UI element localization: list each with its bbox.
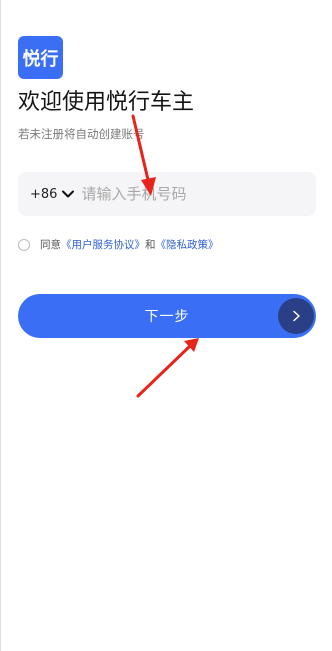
privacy-policy-link[interactable]: 《隐私政策》 (156, 237, 219, 252)
agreement-row: 同意 《用户服务协议》 和 《隐私政策》 (18, 237, 219, 252)
welcome-title: 欢迎使用悦行车主 (18, 90, 195, 115)
phone-input-container: +86 (18, 172, 316, 216)
left-border (0, 0, 1, 651)
auto-register-hint: 若未注册将自动创建账号 (18, 127, 145, 141)
chevron-down-icon[interactable] (61, 187, 75, 201)
chevron-right-icon[interactable] (278, 298, 314, 334)
agreement-conjunction: 和 (145, 239, 156, 251)
agreement-prefix: 同意 (40, 239, 61, 251)
next-step-button[interactable]: 下一步 (18, 294, 316, 338)
app-logo: 悦行 (18, 36, 63, 79)
user-agreement-link[interactable]: 《用户服务协议》 (61, 237, 145, 252)
logo-text: 悦行 (22, 48, 59, 70)
next-step-label: 下一步 (144, 309, 190, 325)
agreement-checkbox[interactable] (18, 238, 30, 251)
country-code-selector[interactable]: +86 (30, 187, 57, 202)
annotation-arrow-up (136, 338, 199, 398)
phone-number-input[interactable] (81, 179, 302, 209)
